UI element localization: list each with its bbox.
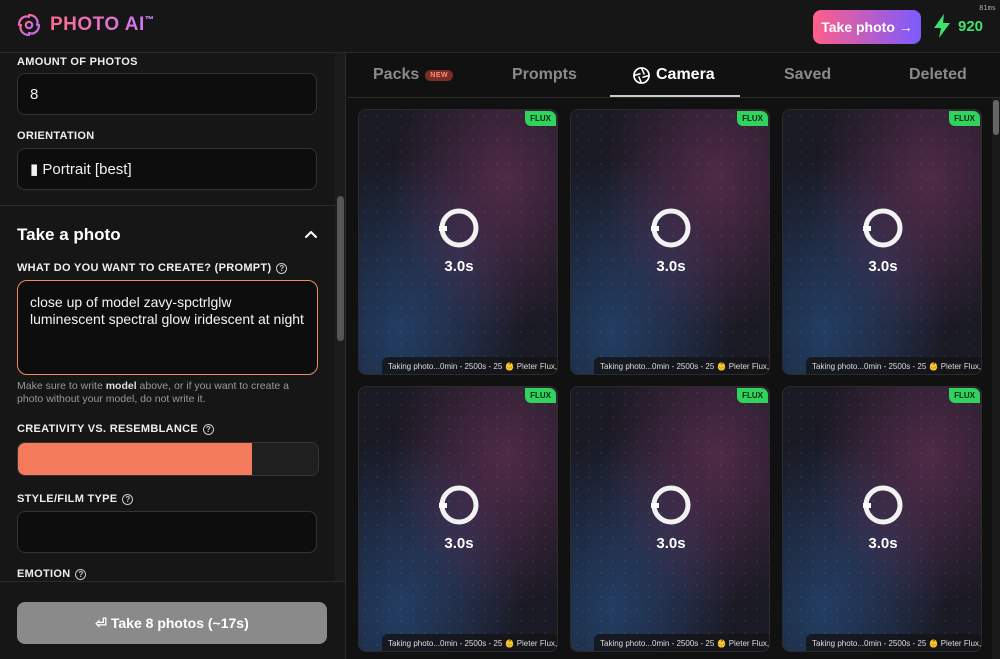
active-tab-indicator [610, 95, 740, 97]
tab-camera[interactable]: Camera [633, 66, 715, 84]
creativity-slider[interactable] [17, 442, 319, 476]
flux-badge: FLUX [737, 111, 768, 126]
gallery-scrollbar[interactable] [992, 98, 1000, 659]
photo-card[interactable]: FLUX 3.0s Taking photo...0min - 2500s - 25… [570, 109, 770, 375]
elapsed-time: 3.0s [656, 535, 686, 552]
elapsed-time: 3.0s [444, 535, 474, 552]
logo-swirl-icon [17, 13, 41, 37]
card-caption: Taking photo...0min - 2500s - 25 👶 Piete… [382, 357, 557, 374]
photo-card[interactable]: FLUX 3.0s Taking photo...0min - 2500s - 25… [358, 386, 558, 652]
new-badge: NEW [425, 69, 454, 81]
loading-spinner-icon [863, 485, 903, 525]
prompt-hint: Make sure to write model above, or if yo… [17, 380, 289, 405]
creativity-label: CREATIVITY VS. RESEMBLANCE? [17, 423, 214, 435]
scroll-thumb[interactable] [337, 196, 344, 341]
tab-packs[interactable]: Packs NEW [373, 66, 454, 84]
card-caption: Taking photo...0min - 2500s - 25 👶 Piete… [806, 634, 981, 651]
tab-bar: Packs NEW Prompts Camera Saved Deleted [347, 53, 1000, 98]
lightning-icon [934, 14, 950, 38]
loading-spinner-icon [651, 208, 691, 248]
flux-badge: FLUX [525, 111, 556, 126]
style-input[interactable] [17, 511, 317, 553]
take-photo-button[interactable]: Take photo → [813, 10, 921, 44]
flux-badge: FLUX [525, 388, 556, 403]
take-photos-button[interactable]: ⏎ Take 8 photos (~17s) [17, 602, 327, 644]
credits-value: 920 [958, 17, 984, 35]
help-icon[interactable]: ? [75, 568, 87, 580]
help-icon[interactable]: ? [276, 262, 288, 274]
loading-spinner-icon [439, 208, 479, 248]
style-label: STYLE/FILM TYPE? [17, 493, 134, 505]
chevron-up-icon[interactable] [303, 226, 319, 242]
emotion-label: EMOTION? [17, 568, 87, 580]
divider [0, 205, 336, 206]
logo-text: PHOTO AI™ [50, 14, 155, 35]
settings-panel: AMOUNT OF PHOTOS 8 ORIENTATION ▮ Portrai… [0, 53, 346, 659]
loading-spinner-icon [651, 485, 691, 525]
photo-card[interactable]: FLUX 3.0s Taking photo...0min - 2500s - 25… [782, 386, 982, 652]
tab-deleted[interactable]: Deleted [909, 66, 967, 84]
elapsed-time: 3.0s [868, 258, 898, 275]
amount-label: AMOUNT OF PHOTOS [17, 56, 138, 68]
card-caption: Taking photo...0min - 2500s - 25 👶 Piete… [382, 634, 557, 651]
sidebar-scrollbar[interactable] [335, 53, 345, 583]
action-bar: ⏎ Take 8 photos (~17s) [0, 581, 345, 659]
amount-input[interactable]: 8 [17, 73, 317, 115]
photo-card[interactable]: FLUX 3.0s Taking photo...0min - 2500s - 25… [570, 386, 770, 652]
slider-fill [18, 443, 252, 475]
logo[interactable]: PHOTO AI™ [16, 12, 154, 38]
gallery-panel: Packs NEW Prompts Camera Saved Deleted FL… [347, 53, 1000, 659]
elapsed-time: 3.0s [444, 258, 474, 275]
orientation-select[interactable]: ▮ Portrait [best] [17, 148, 317, 190]
prompt-textarea[interactable]: close up of model zavy-spctrlglw lumines… [17, 280, 318, 375]
elapsed-time: 3.0s [868, 535, 898, 552]
card-caption: Taking photo...0min - 2500s - 25 👶 Piete… [594, 634, 769, 651]
aperture-icon [633, 66, 650, 84]
tab-prompts[interactable]: Prompts [512, 66, 577, 84]
flux-badge: FLUX [737, 388, 768, 403]
elapsed-time: 3.0s [656, 258, 686, 275]
prompt-label: WHAT DO YOU WANT TO CREATE? (PROMPT)? [17, 262, 288, 274]
loading-spinner-icon [439, 485, 479, 525]
flux-badge: FLUX [949, 111, 980, 126]
card-caption: Taking photo...0min - 2500s - 25 👶 Piete… [806, 357, 981, 374]
help-icon[interactable]: ? [122, 493, 134, 505]
loading-spinner-icon [863, 208, 903, 248]
scroll-thumb[interactable] [993, 100, 999, 135]
orientation-label: ORIENTATION [17, 130, 95, 142]
section-title: Take a photo [17, 225, 121, 244]
help-icon[interactable]: ? [202, 423, 214, 435]
flux-badge: FLUX [949, 388, 980, 403]
card-caption: Taking photo...0min - 2500s - 25 👶 Piete… [594, 357, 769, 374]
top-bar: PHOTO AI™ 81ms Take photo → 920 [0, 0, 1000, 53]
photo-card[interactable]: FLUX 3.0s Taking photo...0min - 2500s - 25… [782, 109, 982, 375]
photo-card[interactable]: FLUX 3.0s Taking photo...0min - 2500s - 25… [358, 109, 558, 375]
timing-readout: 81ms [979, 4, 996, 12]
tab-saved[interactable]: Saved [784, 66, 831, 84]
credits-counter[interactable]: 920 [932, 14, 983, 38]
